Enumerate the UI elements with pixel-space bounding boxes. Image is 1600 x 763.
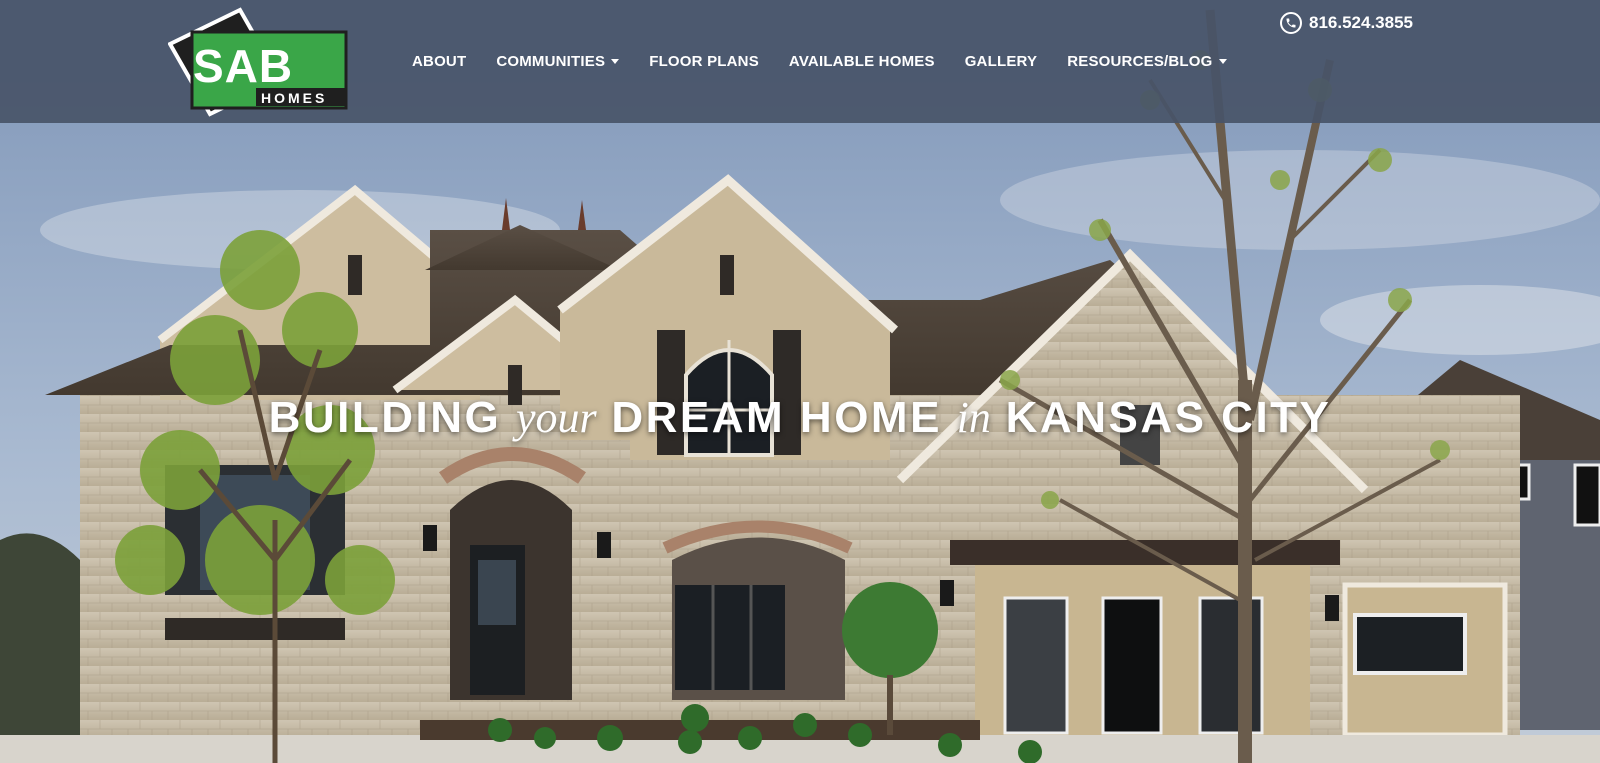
headline-script-word: your	[515, 393, 597, 442]
top-navigation-bar: SAB HOMES 816.524.3855 ABOUT COMMUNITIES…	[0, 0, 1600, 123]
header-phone[interactable]: 816.524.3855	[1280, 10, 1413, 36]
caret-down-icon	[611, 59, 620, 64]
nav-label: RESOURCES/BLOG	[1067, 52, 1213, 70]
nav-label: GALLERY	[964, 52, 1038, 70]
nav-label: FLOOR PLANS	[649, 52, 759, 70]
logo-main-text: SAB	[193, 40, 293, 92]
headline-word: KANSAS CITY	[1005, 393, 1332, 442]
nav-label: AVAILABLE HOMES	[788, 52, 935, 70]
sab-homes-logo[interactable]: SAB HOMES	[167, 6, 358, 118]
nav-item-gallery[interactable]: GALLERY	[965, 53, 1038, 70]
nav-label: COMMUNITIES	[496, 52, 606, 70]
nav-item-available-homes[interactable]: AVAILABLE HOMES	[789, 53, 935, 70]
caret-down-icon	[1218, 59, 1227, 64]
nav-label: ABOUT	[412, 52, 467, 70]
nav-item-floor-plans[interactable]: FLOOR PLANS	[649, 53, 759, 70]
headline-word: BUILDING	[268, 393, 502, 442]
nav-item-resources-blog[interactable]: RESOURCES/BLOG	[1067, 52, 1227, 70]
phone-number: 816.524.3855	[1309, 13, 1413, 32]
hero-headline: BUILDING your DREAM HOME in KANSAS CITY	[0, 392, 1600, 443]
nav-item-about[interactable]: ABOUT	[412, 53, 466, 70]
headline-word: DREAM HOME	[611, 393, 942, 442]
phone-icon	[1280, 12, 1302, 34]
main-nav: ABOUT COMMUNITIES FLOOR PLANS AVAILABLE …	[412, 48, 1257, 74]
logo-graphic: SAB HOMES	[167, 7, 348, 117]
headline-script-word: in	[956, 393, 991, 442]
logo-sub-text: HOMES	[261, 90, 327, 106]
nav-item-communities[interactable]: COMMUNITIES	[496, 52, 620, 70]
